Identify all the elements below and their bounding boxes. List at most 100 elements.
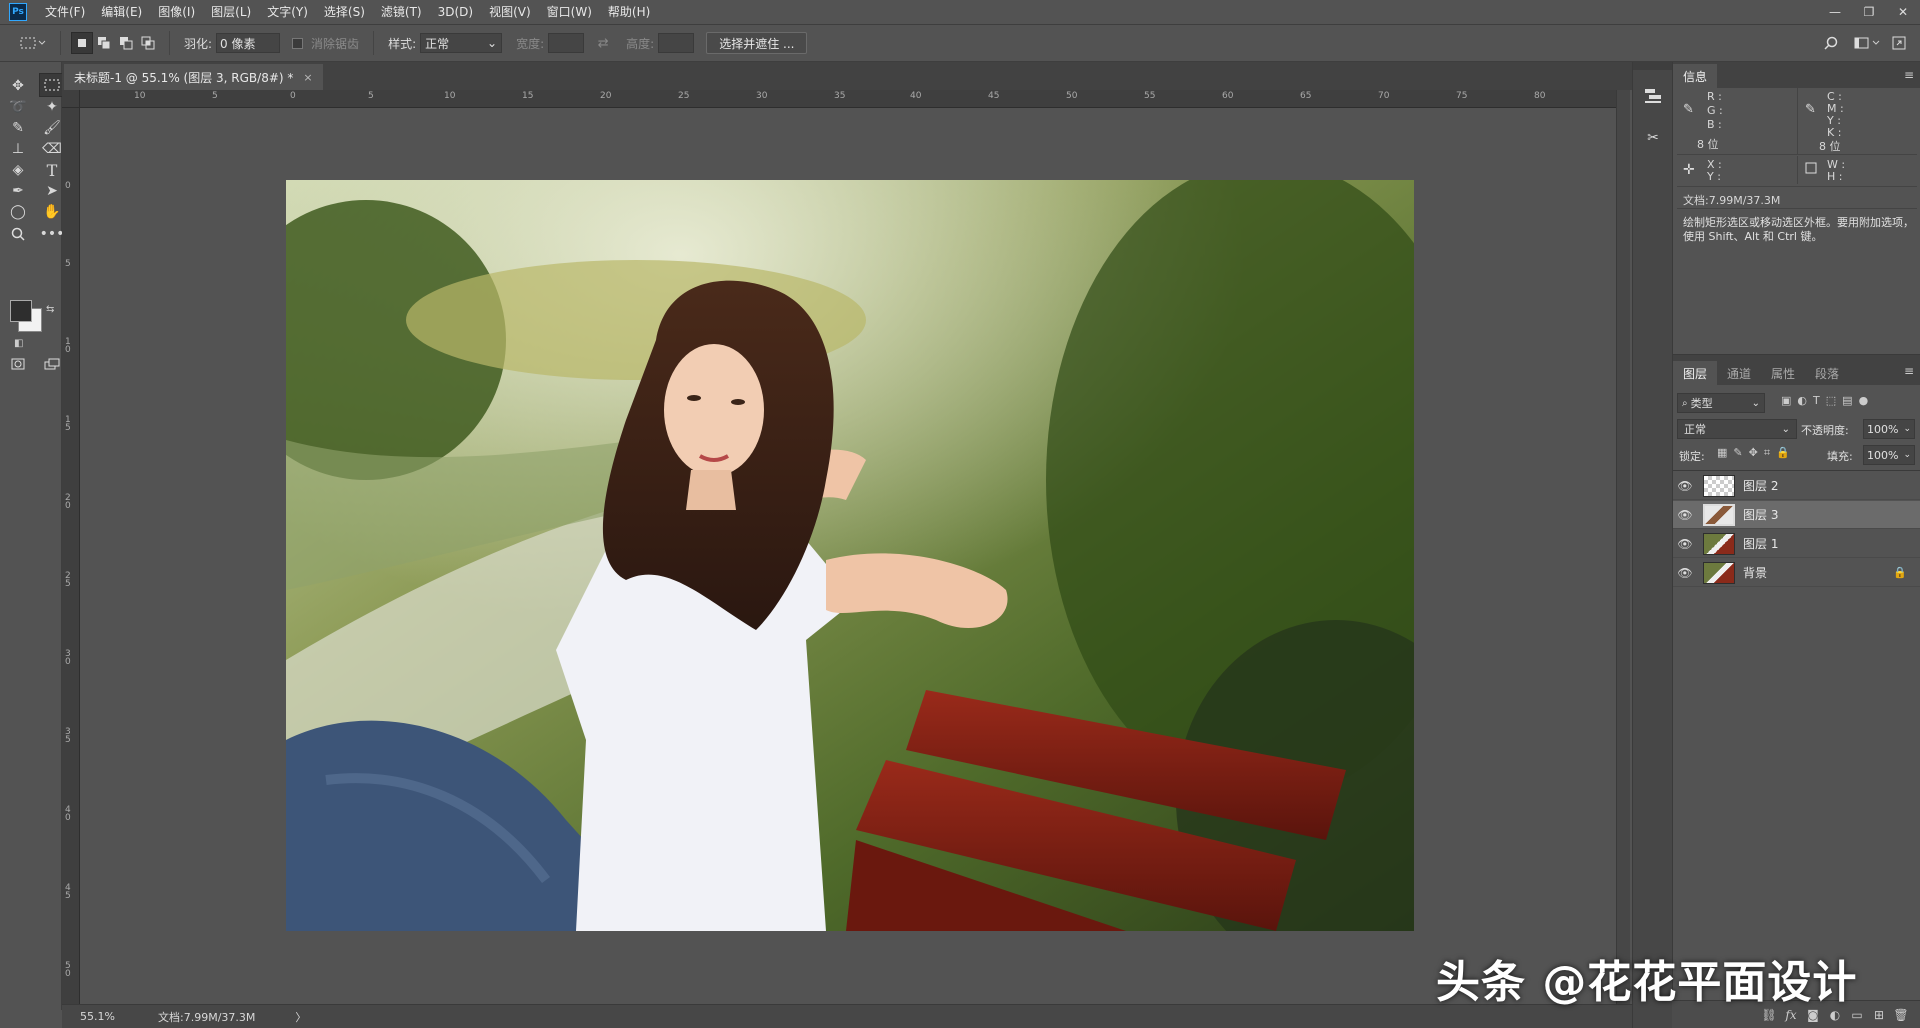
tool-preset-picker[interactable] bbox=[16, 32, 50, 54]
lock-artboard-icon[interactable]: ⌗ bbox=[1764, 446, 1770, 460]
layer-name[interactable]: 背景 bbox=[1743, 564, 1893, 581]
document-tab[interactable]: 未标题-1 @ 55.1% (图层 3, RGB/8#) * × bbox=[64, 64, 323, 90]
close-window-button[interactable]: ✕ bbox=[1886, 0, 1920, 24]
visibility-eye-icon[interactable]: 👁 bbox=[1673, 566, 1697, 580]
ruler-top[interactable]: 10 5 0 5 10 15 20 25 30 35 40 45 50 55 6… bbox=[80, 90, 1616, 108]
ruler-label: 10 bbox=[134, 91, 146, 101]
subtract-selection-button[interactable] bbox=[115, 32, 137, 54]
ruler-left[interactable]: 0 5 1 0 1 5 2 0 2 5 3 0 3 5 4 0 4 5 5 0 bbox=[62, 108, 80, 1008]
lock-transparency-icon[interactable]: ▦ bbox=[1717, 446, 1727, 460]
menu-3d[interactable]: 3D(D) bbox=[430, 0, 481, 24]
layer-name[interactable]: 图层 1 bbox=[1743, 535, 1920, 552]
lock-label: 锁定: bbox=[1679, 450, 1705, 463]
swap-colors-icon[interactable]: ⇆ bbox=[46, 304, 54, 315]
canvas-area[interactable] bbox=[80, 108, 1616, 1008]
adjustment-filter-icon[interactable]: ◐ bbox=[1797, 394, 1807, 407]
lock-icon: 🔒 bbox=[1893, 566, 1907, 579]
share-icon[interactable] bbox=[1888, 32, 1910, 54]
lock-pixels-icon[interactable]: ✎ bbox=[1733, 446, 1742, 460]
visibility-eye-icon[interactable]: 👁 bbox=[1673, 537, 1697, 551]
history-panel-icon[interactable] bbox=[1641, 84, 1665, 108]
menu-window[interactable]: 窗口(W) bbox=[539, 0, 600, 24]
menu-image[interactable]: 图像(I) bbox=[150, 0, 203, 24]
pixel-filter-icon[interactable]: ▣ bbox=[1781, 394, 1791, 407]
zoom-level[interactable]: 55.1% bbox=[80, 1010, 140, 1023]
new-layer-icon[interactable]: ⊞ bbox=[1868, 1008, 1890, 1022]
tab-paragraph[interactable]: 段落 bbox=[1805, 361, 1849, 385]
intersect-selection-button[interactable] bbox=[137, 32, 159, 54]
height-input[interactable] bbox=[658, 33, 695, 53]
default-colors-icon[interactable]: ◧ bbox=[14, 338, 23, 349]
select-and-mask-button[interactable]: 选择并遮住 ... bbox=[706, 32, 808, 54]
visibility-eye-icon[interactable]: 👁 bbox=[1673, 479, 1697, 493]
menu-view[interactable]: 视图(V) bbox=[481, 0, 539, 24]
lock-position-icon[interactable]: ✥ bbox=[1749, 446, 1758, 460]
tab-layers[interactable]: 图层 bbox=[1673, 361, 1718, 385]
search-icon[interactable] bbox=[1820, 32, 1842, 54]
visibility-eye-icon[interactable]: 👁 bbox=[1673, 508, 1697, 522]
info-panel-tabs: 信息 ≡ bbox=[1673, 62, 1920, 88]
antialias-checkbox[interactable] bbox=[292, 37, 304, 49]
ruler-label: 5 0 bbox=[65, 961, 71, 979]
panel-menu-icon[interactable]: ≡ bbox=[1904, 68, 1914, 82]
filter-toggle-icon[interactable]: ● bbox=[1859, 394, 1869, 407]
menu-file[interactable]: 文件(F) bbox=[37, 0, 93, 24]
style-select[interactable]: 正常 ⌄ bbox=[420, 33, 503, 53]
feather-input[interactable]: 0 像素 bbox=[216, 33, 281, 53]
tab-channels[interactable]: 通道 bbox=[1717, 361, 1761, 385]
layer-thumbnail bbox=[1703, 561, 1735, 584]
menu-layer[interactable]: 图层(L) bbox=[203, 0, 259, 24]
menu-select[interactable]: 选择(S) bbox=[316, 0, 373, 24]
fill-label: 填充: bbox=[1827, 450, 1853, 463]
fill-input[interactable]: 100% ⌄ bbox=[1863, 445, 1915, 465]
swap-dimensions-icon[interactable]: ⇄ bbox=[592, 32, 614, 54]
layer-filter-select[interactable]: ⌕ 类型 ⌄ bbox=[1677, 393, 1765, 413]
restore-button[interactable]: ❐ bbox=[1852, 0, 1886, 24]
tools-panel-icon[interactable]: ✂ bbox=[1641, 126, 1665, 150]
ellipse-tool-icon[interactable]: ◯ bbox=[5, 200, 31, 224]
vertical-scrollbar[interactable] bbox=[1616, 90, 1630, 1008]
tab-info[interactable]: 信息 bbox=[1673, 64, 1718, 88]
info-divider bbox=[1797, 88, 1798, 154]
workspace-switcher-icon[interactable] bbox=[1850, 32, 1884, 54]
layer-row-background[interactable]: 👁 背景 🔒 bbox=[1673, 559, 1920, 587]
smart-object-filter-icon[interactable]: ▤ bbox=[1842, 394, 1852, 407]
toolbox: ✥ ➰ ✦ ✎ 🖌 ⊥ ⌫ ◈ T ✒ ➤ ◯ ✋ ••• ⇆ ◧ bbox=[0, 62, 65, 1010]
tab-properties[interactable]: 属性 bbox=[1761, 361, 1805, 385]
new-selection-button[interactable] bbox=[71, 32, 93, 54]
menu-type[interactable]: 文字(Y) bbox=[259, 0, 316, 24]
ruler-label: 5 bbox=[212, 91, 218, 101]
menu-filter[interactable]: 滤镜(T) bbox=[373, 0, 430, 24]
lock-all-icon[interactable]: 🔒 bbox=[1776, 446, 1790, 460]
zoom-tool-icon[interactable] bbox=[5, 222, 31, 246]
trash-icon[interactable]: 🗑 bbox=[1890, 1008, 1912, 1022]
close-tab-icon[interactable]: × bbox=[303, 71, 312, 84]
shape-filter-icon[interactable]: ⬚ bbox=[1826, 394, 1836, 407]
status-menu-arrow-icon[interactable]: 〉 bbox=[295, 1009, 306, 1025]
layer-name[interactable]: 图层 2 bbox=[1743, 477, 1920, 494]
ruler-label: 25 bbox=[678, 91, 690, 101]
ruler-origin[interactable] bbox=[62, 90, 80, 108]
layer-name[interactable]: 图层 3 bbox=[1743, 506, 1920, 523]
type-filter-icon[interactable]: T bbox=[1813, 394, 1820, 407]
document-image[interactable] bbox=[286, 180, 1414, 931]
chevron-down-icon: ⌄ bbox=[487, 36, 498, 50]
layer-thumbnail bbox=[1703, 532, 1735, 555]
menu-edit[interactable]: 编辑(E) bbox=[93, 0, 150, 24]
subtract-selection-icon bbox=[120, 37, 133, 50]
layer-row-layer1[interactable]: 👁 图层 1 bbox=[1673, 530, 1920, 558]
minimize-button[interactable]: — bbox=[1818, 0, 1852, 24]
foreground-color-swatch[interactable] bbox=[10, 300, 32, 322]
layer-row-layer2[interactable]: 👁 图层 2 bbox=[1673, 472, 1920, 500]
menu-help[interactable]: 帮助(H) bbox=[600, 0, 658, 24]
blend-mode-select[interactable]: 正常 ⌄ bbox=[1677, 419, 1797, 439]
doc-size-status: 文档:7.99M/37.3M bbox=[158, 1010, 256, 1024]
panel-menu-icon[interactable]: ≡ bbox=[1904, 364, 1914, 378]
quick-mask-icon[interactable] bbox=[5, 352, 31, 376]
layer-row-layer3[interactable]: 👁 图层 3 bbox=[1673, 501, 1920, 529]
opacity-input[interactable]: 100% ⌄ bbox=[1863, 419, 1915, 439]
ruler-label: 0 bbox=[65, 181, 71, 191]
add-selection-button[interactable] bbox=[93, 32, 115, 54]
width-input[interactable] bbox=[548, 33, 585, 53]
ruler-label: 5 bbox=[65, 259, 71, 269]
